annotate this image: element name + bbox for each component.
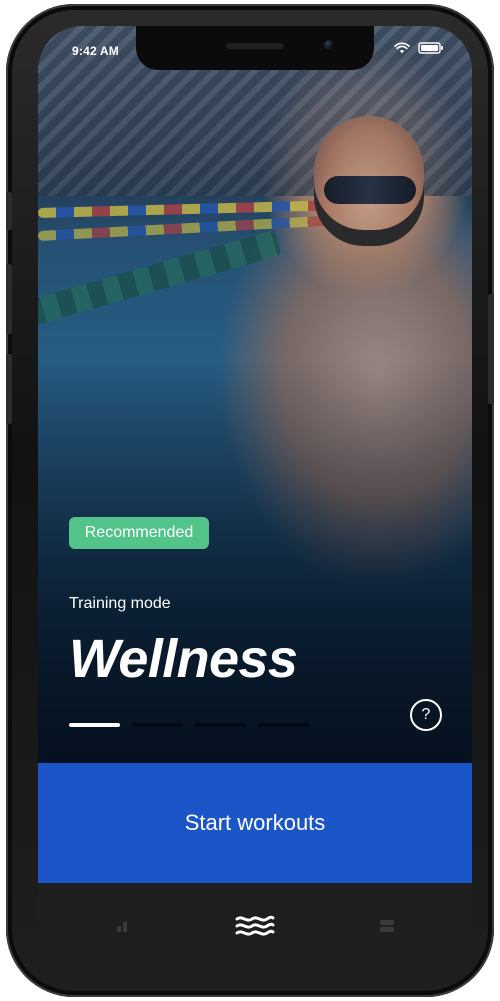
notch (136, 26, 374, 70)
volume-down-button (6, 354, 12, 424)
front-camera (324, 40, 334, 50)
start-workouts-button[interactable]: Start workouts (38, 763, 472, 883)
battery-icon (418, 42, 444, 57)
pager-dot-3[interactable] (195, 723, 246, 727)
status-icons (394, 42, 444, 57)
carousel-pager[interactable] (69, 723, 309, 727)
training-mode-label: Training mode (69, 595, 171, 612)
power-button (488, 294, 494, 404)
recommended-badge: Recommended (69, 517, 209, 549)
tab-more[interactable] (364, 905, 410, 951)
training-mode-title: Wellness (69, 629, 298, 689)
status-time: 9:42 AM (72, 44, 119, 58)
help-button[interactable]: ? (410, 699, 442, 731)
tab-stats[interactable] (100, 905, 146, 951)
pager-dot-2[interactable] (132, 723, 183, 727)
volume-up-button (6, 264, 12, 334)
pager-dot-4[interactable] (258, 723, 309, 727)
phone-screen: 9:42 AM Recommended Training mode Wellne… (38, 26, 472, 973)
grid-icon (379, 918, 395, 939)
wifi-icon (394, 42, 410, 57)
pager-dot-1[interactable] (69, 723, 120, 727)
mute-switch (6, 192, 12, 230)
bottom-tab-bar (38, 883, 472, 973)
question-icon: ? (421, 706, 431, 723)
phone-frame: 9:42 AM Recommended Training mode Wellne… (6, 4, 494, 997)
speaker-grille (226, 43, 284, 49)
bar-chart-icon (116, 919, 130, 938)
waves-icon (235, 912, 275, 945)
tab-workouts[interactable] (232, 905, 278, 951)
